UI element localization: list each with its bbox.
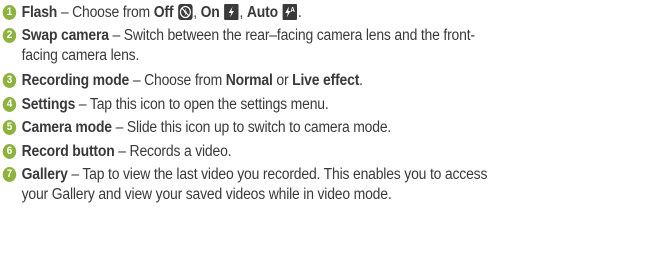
bullet-number: 1 [2,5,17,20]
flash-auto-icon: A [282,4,297,20]
bullet-number: 3 [2,73,17,88]
item-text: Tap this icon to open the settings menu. [89,96,329,113]
separator: , [193,4,201,21]
list-item-gallery: 7 Gallery – Tap to view the last video y… [0,165,643,205]
item-term: Camera mode [21,119,112,136]
bullet-number: 4 [2,97,17,112]
option-on: On [200,4,220,21]
svg-text:A: A [290,7,295,14]
item-dash: – [111,119,127,136]
item-dash: – [129,72,145,89]
option-off: Off [153,4,174,21]
flash-on-icon [224,4,239,20]
item-text: Switch between the rear–facing camera le… [123,27,475,44]
item-term: Recording mode [21,72,130,89]
item-dash: – [108,27,124,44]
item-dash: – [75,96,90,113]
item-text: Slide this icon up to switch to camera m… [126,119,392,136]
item-text: Tap to view the last video you recorded.… [82,166,488,183]
item-term: Gallery [21,166,68,183]
item-term: Settings [21,96,76,113]
item-term: Flash [21,4,58,21]
item-mid: or [272,72,293,89]
item-dash: – [114,143,130,160]
bullet-number: 6 [2,144,17,159]
item-end: . [359,72,363,89]
bullet-number: 2 [2,28,17,43]
item-term: Record button [21,143,115,160]
option-normal: Normal [225,72,273,89]
list-item-settings: 4 Settings – Tap this icon to open the s… [0,95,643,115]
item-term: Swap camera [21,27,109,44]
item-text: Choose from [144,72,226,89]
option-auto: Auto [246,4,278,21]
feature-list: 1 Flash – Choose from Off , On , Auto A … [0,0,645,258]
bullet-number: 7 [2,167,17,182]
bullet-number: 5 [2,120,17,135]
list-item-swap-camera: 2 Swap camera – Switch between the rear–… [0,26,643,66]
item-text-continued: facing camera lens. [21,47,140,64]
list-item-camera-mode: 5 Camera mode – Slide this icon up to sw… [0,118,643,138]
item-end: . [297,4,302,21]
list-item-record-button: 6 Record button – Records a video. [0,142,643,162]
flash-off-icon [177,4,193,20]
item-text-continued: your Gallery and view your saved videos … [21,186,392,203]
option-live-effect: Live effect [292,72,360,89]
list-item-recording-mode: 3 Recording mode – Choose from Normal or… [0,71,643,91]
list-item-flash: 1 Flash – Choose from Off , On , Auto A … [0,3,643,23]
item-text: Choose from [72,4,154,21]
item-dash: – [57,4,73,21]
item-dash: – [67,166,83,183]
item-text: Records a video. [129,143,232,160]
